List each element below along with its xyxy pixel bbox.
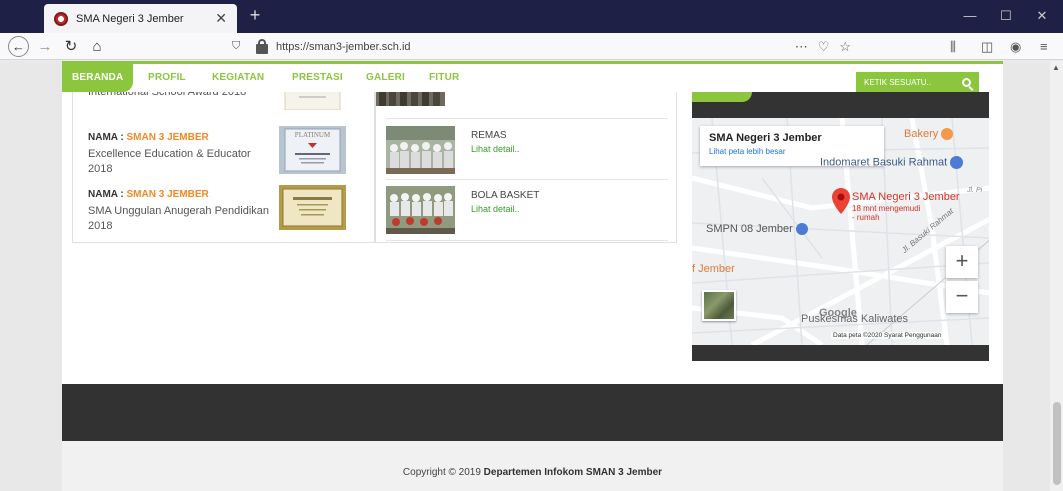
award-certificate-image[interactable] <box>279 185 346 230</box>
account-icon[interactable]: ◉ <box>1010 39 1021 55</box>
map-header <box>692 92 989 118</box>
home-icon[interactable]: ⌂ <box>86 36 108 57</box>
sidebar-icon[interactable]: ◫ <box>981 39 993 55</box>
menu-item-prestasi[interactable]: PRESTASI <box>292 64 343 92</box>
location-pin-icon[interactable] <box>832 188 850 214</box>
map-label-jember: f Jember <box>692 263 735 275</box>
pocket-icon[interactable]: ♡ <box>818 39 830 55</box>
bookmark-star-icon[interactable]: ☆ <box>839 39 851 55</box>
school-icon <box>795 223 808 236</box>
award-name-prefix: NAMA : <box>88 189 127 200</box>
url-text[interactable]: https://sman3-jember.sch.id <box>276 41 411 53</box>
close-window-icon[interactable]: ✕ <box>1032 8 1052 24</box>
award-name-prefix: NAMA : <box>88 132 127 143</box>
award-school-name[interactable]: SMAN 3 JEMBER <box>127 132 209 143</box>
copyright-text: Copyright © 2019 Departemen Infokom SMAN… <box>402 467 663 478</box>
main-menu: BERANDA PROFIL KEGIATAN PRESTASI GALERI … <box>62 64 1003 92</box>
zoom-in-button[interactable]: + <box>946 246 978 278</box>
map-pin-subtitle: 18 mnt mengemudi - rumah <box>852 204 921 222</box>
menu-item-kegiatan[interactable]: KEGIATAN <box>212 64 264 92</box>
shield-icon[interactable]: ⛉ <box>232 40 246 53</box>
tab-close-icon[interactable]: ✕ <box>215 10 227 27</box>
new-tab-icon[interactable]: + <box>244 5 266 27</box>
search-icon[interactable] <box>962 77 971 87</box>
google-map[interactable]: SMA Negeri 3 Jember Lihat peta lebih bes… <box>692 118 989 345</box>
award-certificate-image[interactable]: PLATINUM <box>279 126 346 174</box>
page-scrollbar[interactable]: ▲ <box>1050 61 1063 491</box>
address-bar[interactable]: ⛉ https://sman3-jember.sch.id ⋯ ♡ ☆ <box>224 36 851 57</box>
extracurricular-name: BOLA BASKET <box>471 190 540 201</box>
footer-light-band <box>62 441 1003 491</box>
extracurricular-photo[interactable] <box>386 126 455 174</box>
zoom-out-button[interactable]: − <box>946 281 978 313</box>
award-school-name[interactable]: SMAN 3 JEMBER <box>127 189 209 200</box>
svg-text:PLATINUM: PLATINUM <box>295 131 331 139</box>
menu-item-fitur[interactable]: FITUR <box>429 64 459 92</box>
navigation-bar: ← → ↻ ⌂ ⛉ https://sman3-jember.sch.id ⋯ … <box>0 33 1063 60</box>
browser-tab[interactable]: SMA Negeri 3 Jember ✕ <box>44 4 237 33</box>
menu-item-profil[interactable]: PROFIL <box>148 64 186 92</box>
map-widget: SMA Negeri 3 Jember Lihat peta lebih bes… <box>692 92 989 361</box>
view-detail-link[interactable]: Lihat detail.. <box>471 204 520 214</box>
maximize-icon[interactable]: ☐ <box>996 8 1016 24</box>
extracurricular-name: REMAS <box>471 130 507 141</box>
menu-icon[interactable]: ≡ <box>1040 39 1048 54</box>
map-attribution[interactable]: Data peta ©2020 Syarat Penggunaan <box>831 332 944 339</box>
bakery-icon <box>941 128 954 141</box>
page-viewport: International School Award 2018 NAMA : S… <box>0 61 1050 491</box>
scroll-up-icon[interactable]: ▲ <box>1052 63 1060 72</box>
reload-icon[interactable]: ↻ <box>60 36 82 57</box>
minimize-icon[interactable]: — <box>960 8 980 23</box>
tab-title: SMA Negeri 3 Jember <box>76 12 184 25</box>
divider <box>386 118 668 119</box>
menu-item-galeri[interactable]: GALERI <box>366 64 405 92</box>
store-icon <box>950 156 964 169</box>
page-actions-icon[interactable]: ⋯ <box>795 39 808 55</box>
search-box[interactable]: KETIK SESUATU.. <box>856 72 979 92</box>
menu-item-beranda[interactable]: BERANDA <box>62 64 134 92</box>
google-logo: Google <box>819 307 857 319</box>
award-description: SMA Unggulan Anugerah Pendidikan 2018 <box>88 205 270 232</box>
page-container: International School Award 2018 NAMA : S… <box>62 61 1003 491</box>
forward-icon[interactable]: → <box>34 36 56 57</box>
copyright-org: Departemen Infokom SMAN 3 Jember <box>483 467 663 478</box>
school-logo-icon <box>54 11 68 26</box>
map-place-title: SMA Negeri 3 Jember <box>709 132 822 144</box>
awards-card: International School Award 2018 NAMA : S… <box>72 86 375 243</box>
footer-dark-band <box>62 384 1003 441</box>
back-icon[interactable]: ← <box>8 36 29 57</box>
divider <box>386 179 668 180</box>
divider <box>386 240 668 241</box>
library-icon[interactable]: ⫼ <box>950 39 956 55</box>
map-pin-title: SMA Negeri 3 Jember <box>852 191 960 203</box>
extracurricular-photo[interactable] <box>386 186 455 234</box>
map-label-smpn: SMPN 08 Jember <box>706 223 808 236</box>
map-label-bakery: Bakery <box>904 128 954 141</box>
map-street-label: Jl. Pi <box>967 187 983 194</box>
scrollbar-thumb[interactable] <box>1053 402 1061 485</box>
map-label-indomaret: Indomaret Basuki Rahmat <box>820 156 964 169</box>
search-input[interactable]: KETIK SESUATU.. <box>864 78 931 87</box>
satellite-toggle[interactable] <box>702 290 736 321</box>
lock-icon[interactable] <box>256 38 268 54</box>
view-detail-link[interactable]: Lihat detail.. <box>471 144 520 154</box>
map-footer-bar <box>692 345 989 361</box>
extracurricular-card: REMAS Lihat detail.. BOLA BASKET Lihat d… <box>375 88 677 243</box>
view-larger-map-link[interactable]: Lihat peta lebih besar <box>709 147 875 156</box>
browser-tab-bar: SMA Negeri 3 Jember ✕ + — ☐ ✕ <box>0 0 1063 33</box>
award-description: Excellence Education & Educator 2018 <box>88 148 251 175</box>
